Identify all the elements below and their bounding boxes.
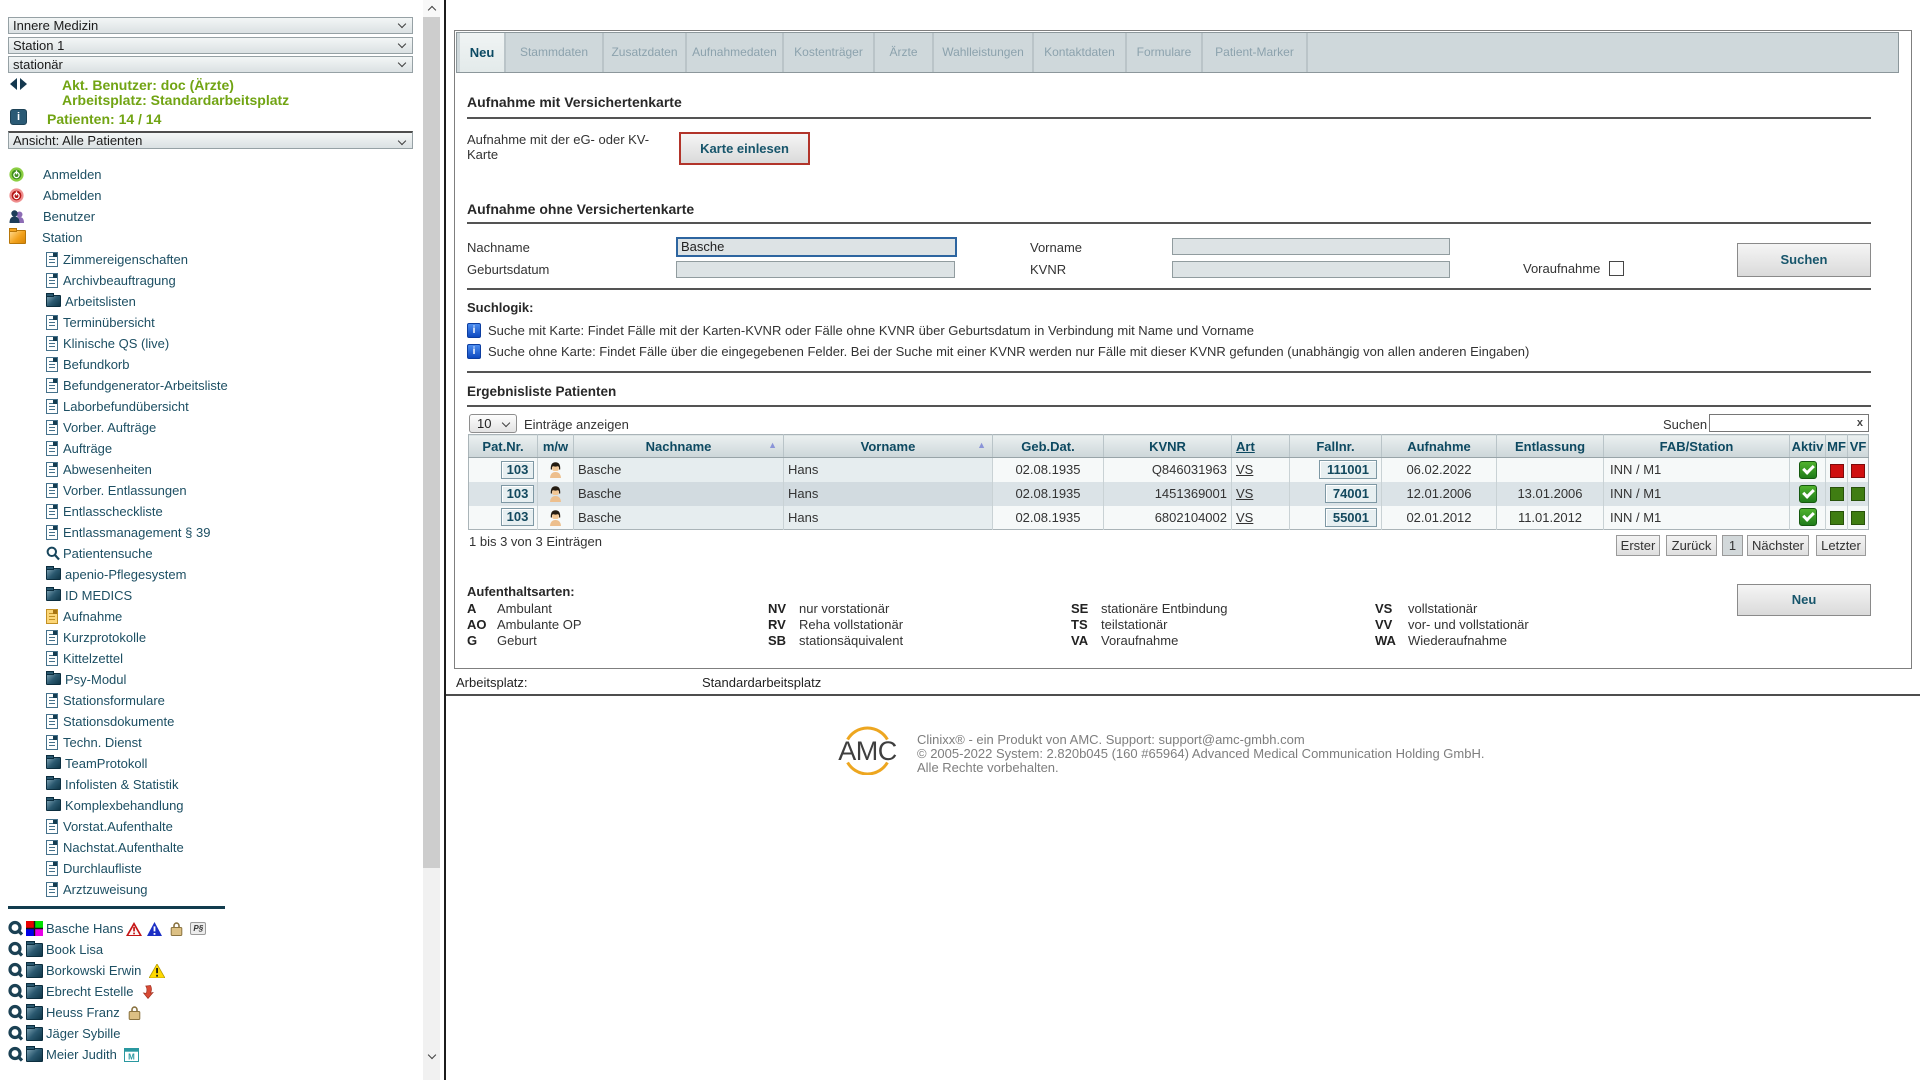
svg-text:AMC: AMC [838, 736, 897, 766]
svg-text:M: M [129, 1052, 136, 1061]
